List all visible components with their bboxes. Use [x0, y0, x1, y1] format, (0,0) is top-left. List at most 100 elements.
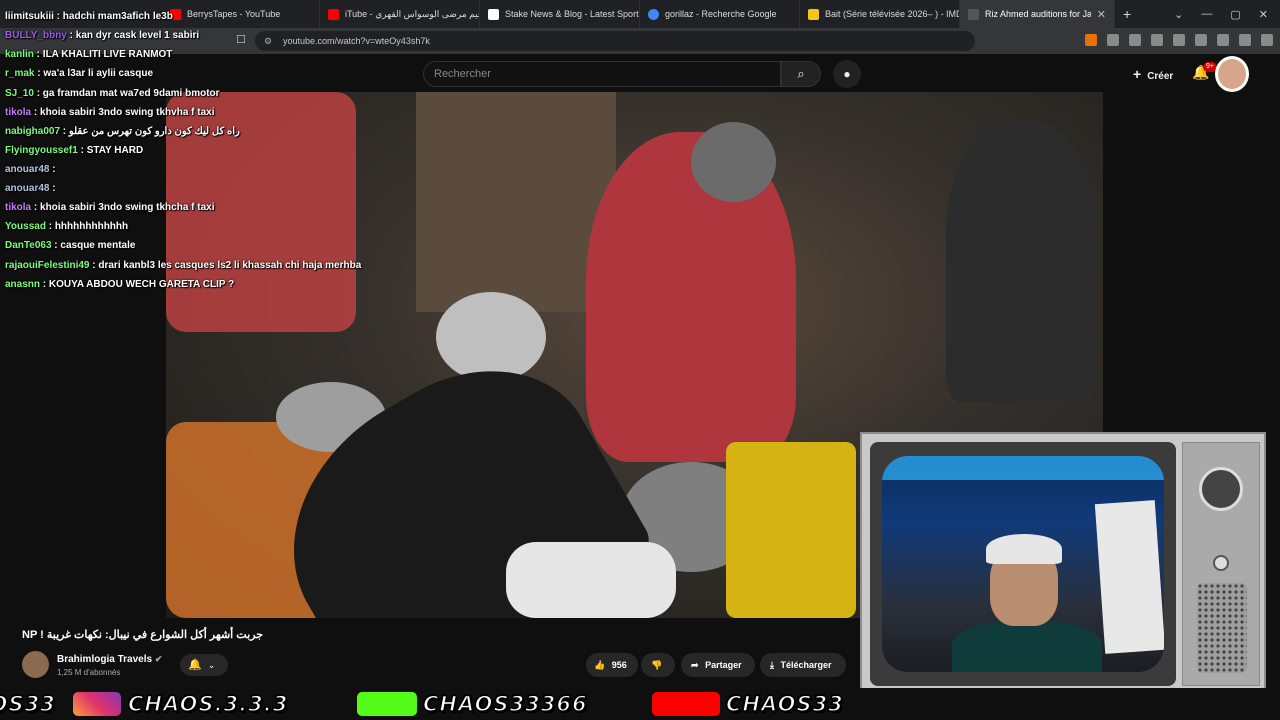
tab-list-icon[interactable]: ⌄	[1174, 8, 1183, 21]
chat-username[interactable]: anouar48	[5, 183, 49, 194]
chat-username[interactable]: liimitsukiii	[5, 11, 54, 22]
streamer-cap	[986, 534, 1062, 564]
tv-dial	[1199, 467, 1243, 511]
chevron-down-icon: ⌄	[207, 660, 216, 670]
chat-message: nabigha007 : راه كل ليك كون دارو كون تهر…	[5, 126, 240, 137]
kick-icon	[357, 692, 417, 716]
extension-icon[interactable]	[1085, 34, 1097, 46]
chat-username[interactable]: Flyingyoussef1	[5, 145, 78, 156]
chat-text: : kan dyr cask level 1 sabiri	[66, 30, 200, 41]
stake-icon	[488, 8, 499, 20]
banner-text: CHAOS.3.3.3	[128, 692, 289, 717]
share-button[interactable]: ➦ Partager	[681, 653, 755, 677]
chat-message: BULLY_bbny : kan dyr cask level 1 sabiri	[5, 30, 199, 41]
youtube-icon	[652, 692, 720, 716]
speaker-grille	[1197, 583, 1247, 673]
channel-name[interactable]: Brahimlogia Travels ✔	[57, 654, 162, 665]
thumb-down-icon: 👎	[651, 660, 663, 670]
dislike-button[interactable]: 👎	[641, 653, 675, 677]
download-icon[interactable]	[1195, 34, 1207, 46]
video-title: NP ! جربت أشهر أكل الشوارع في نيبال: نكه…	[22, 629, 264, 641]
browser-tab[interactable]: Stake News & Blog - Latest Sports &	[480, 0, 640, 28]
like-button[interactable]: 👍 956	[586, 653, 638, 677]
maximize-icon[interactable]: ▢	[1230, 8, 1240, 21]
extension-icon[interactable]	[1129, 34, 1141, 46]
music-icon[interactable]	[1151, 34, 1163, 46]
mic-icon: ●	[843, 67, 851, 81]
chat-username[interactable]: SJ_10	[5, 88, 34, 99]
chat-username[interactable]: DanTe063	[5, 240, 52, 251]
minimize-icon[interactable]: —	[1201, 8, 1212, 21]
chat-text: : casque mentale	[51, 240, 136, 251]
webcam-feed	[882, 456, 1164, 672]
chat-text: : ga framdan mat wa7ed 9dami bmotor	[33, 88, 220, 99]
neon-light	[882, 456, 1164, 480]
channel-name-text: Brahimlogia Travels	[57, 654, 153, 665]
tab-label: Stake News & Blog - Latest Sports &	[505, 9, 640, 19]
chat-text: : STAY HARD	[77, 145, 144, 156]
subscription-bell-button[interactable]: 🔔 ⌄	[180, 654, 228, 676]
profile-icon[interactable]	[1217, 34, 1229, 46]
download-button[interactable]: ⤓ Télécharger	[760, 653, 846, 677]
voice-search-button[interactable]: ●	[833, 60, 861, 88]
stream-chat-overlay: liimitsukiii : hadchi mam3afich le3b BULL…	[0, 0, 400, 300]
banner-text: CHAOS33	[726, 692, 844, 717]
chat-message: SJ_10 : ga framdan mat wa7ed 9dami bmoto…	[5, 88, 220, 99]
chat-username[interactable]: nabigha007	[5, 126, 60, 137]
new-tab-button[interactable]: +	[1115, 0, 1139, 28]
chat-username[interactable]: tikola	[5, 107, 31, 118]
share-label: Partager	[705, 660, 742, 670]
bell-icon: 🔔	[188, 659, 202, 671]
share-icon: ➦	[691, 660, 699, 670]
chat-message: liimitsukiii : hadchi mam3afich le3b	[5, 11, 173, 22]
menu-icon[interactable]	[1261, 34, 1273, 46]
vendor-hat	[691, 122, 776, 202]
chat-text: : drari kanbl3 les casques ls2 li khassa…	[89, 260, 362, 271]
chat-message: kanlin : ILA KHALITI LIVE RANMOT	[5, 49, 172, 60]
browser-tab[interactable]: Bait (Série télévisée 2026– ) - IMDb	[800, 0, 960, 28]
chat-message: anouar48 :	[5, 183, 56, 194]
yellow-crate	[726, 442, 856, 618]
close-window-icon[interactable]: ✕	[1259, 8, 1268, 21]
browser-tab-active[interactable]: Riz Ahmed auditions for James ✕	[960, 0, 1115, 28]
search-icon: ⌕	[797, 66, 805, 81]
webcam-tv-frame	[860, 432, 1266, 692]
account-avatar[interactable]	[1215, 56, 1249, 92]
chat-text: :	[49, 164, 56, 175]
chat-username[interactable]: anouar48	[5, 164, 49, 175]
google-icon	[648, 8, 659, 20]
chat-message: DanTe063 : casque mentale	[5, 240, 135, 251]
window-controls: ⌄ — ▢ ✕	[1174, 8, 1280, 21]
chat-message: tikola : khoia sabiri 3ndo swing tkhcha …	[5, 202, 215, 213]
tv-control-panel	[1182, 442, 1260, 686]
chat-text: : khoia sabiri 3ndo swing tkhvha f taxi	[31, 107, 215, 118]
search-button[interactable]: ⌕	[781, 61, 821, 87]
chat-username[interactable]: tikola	[5, 202, 31, 213]
chat-username[interactable]: kanlin	[5, 49, 34, 60]
chat-username[interactable]: BULLY_bbny	[5, 30, 67, 41]
tv-bezel	[870, 442, 1176, 686]
create-button[interactable]: + Créer	[1127, 61, 1179, 87]
browser-tab[interactable]: gorillaz - Recherche Google	[640, 0, 800, 28]
verified-icon: ✔	[154, 654, 163, 664]
chat-username[interactable]: Youssad	[5, 221, 46, 232]
chat-username[interactable]: rajaouiFelestini49	[5, 260, 89, 271]
chat-text: : khoia sabiri 3ndo swing tkhcha f taxi	[31, 202, 215, 213]
plus-icon: +	[1133, 66, 1142, 82]
sidebar-icon[interactable]	[1173, 34, 1185, 46]
search-input[interactable]: Rechercher	[423, 61, 781, 87]
download-icon: ⤓	[770, 660, 774, 670]
chat-username[interactable]: anasnn	[5, 279, 40, 290]
streamer-body	[952, 621, 1102, 672]
instagram-icon	[73, 692, 121, 716]
chat-username[interactable]: r_mak	[5, 68, 34, 79]
chat-message: Youssad : hhhhhhhhhhhh	[5, 221, 128, 232]
extensions-area	[1085, 34, 1273, 46]
channel-avatar[interactable]	[22, 651, 49, 678]
chat-message: anasnn : KOUYA ABDOU WECH GARETA CLIP ?	[5, 279, 234, 290]
chat-text: : KOUYA ABDOU WECH GARETA CLIP ?	[40, 279, 235, 290]
banner-text: CHAOS33366	[423, 692, 588, 717]
shield-icon[interactable]	[1239, 34, 1251, 46]
extension-icon[interactable]	[1107, 34, 1119, 46]
close-tab-icon[interactable]: ✕	[1097, 8, 1106, 21]
